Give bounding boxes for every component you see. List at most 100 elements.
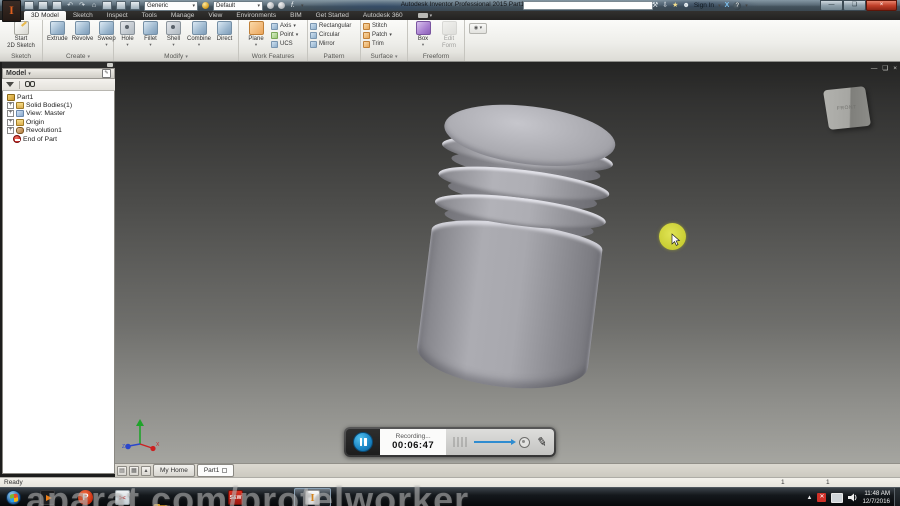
tab-scroll-up-icon[interactable]: ▴ bbox=[141, 465, 151, 476]
browser-header[interactable]: Model ▾ ✎ bbox=[2, 68, 115, 79]
render-icon[interactable] bbox=[102, 1, 112, 10]
panel-options-icon[interactable] bbox=[107, 63, 113, 67]
exchange-apps-icon[interactable]: X bbox=[725, 1, 730, 10]
patch-button[interactable]: Patch ▾ bbox=[363, 31, 392, 39]
fillet-button[interactable]: Fillet ▾ bbox=[139, 21, 162, 47]
expand-plus-icon[interactable]: + bbox=[7, 110, 14, 118]
browser-help-icon[interactable]: ✎ bbox=[102, 69, 111, 78]
tile-windows-icon[interactable]: ▦ bbox=[129, 465, 139, 476]
ribbon-overflow-button[interactable]: ◉ ▾ bbox=[469, 23, 487, 34]
filter-funnel-icon[interactable] bbox=[6, 82, 14, 87]
ucs-button[interactable]: UCS bbox=[271, 40, 298, 48]
search-binoculars-icon[interactable] bbox=[25, 81, 35, 88]
tab-sketch[interactable]: Sketch bbox=[66, 11, 100, 20]
parameters-fx-icon[interactable]: f. bbox=[289, 2, 297, 10]
tab-environments[interactable]: Environments bbox=[229, 11, 283, 20]
adjust-appearance-icon[interactable] bbox=[267, 2, 274, 9]
hole-button[interactable]: Hole ▾ bbox=[116, 21, 139, 47]
tree-item-view-master[interactable]: + View: Master bbox=[3, 110, 114, 118]
action-center-icon[interactable]: ✕ bbox=[817, 493, 827, 502]
trim-button[interactable]: Trim bbox=[363, 40, 392, 48]
panel-label-modify[interactable]: Modify ▾ bbox=[114, 52, 238, 61]
view-cube[interactable]: FRONT bbox=[822, 86, 872, 130]
tab-manage[interactable]: Manage bbox=[164, 11, 202, 20]
sign-in-button[interactable]: Sign In bbox=[694, 2, 714, 9]
tab-tools[interactable]: Tools bbox=[135, 11, 164, 20]
help-icon[interactable]: ? bbox=[733, 1, 742, 10]
arrange-windows-icon[interactable]: ▤ bbox=[117, 465, 127, 476]
show-desktop-button[interactable] bbox=[894, 488, 900, 506]
extrude-button[interactable]: Extrude bbox=[45, 21, 70, 43]
redo-icon[interactable]: ↷ bbox=[78, 2, 86, 10]
search-input[interactable] bbox=[523, 1, 653, 10]
clear-appearance-icon[interactable] bbox=[278, 2, 285, 9]
chevron-down-icon[interactable]: ▾ bbox=[430, 13, 433, 19]
taskbar-aparat-icon[interactable]: P bbox=[78, 490, 93, 505]
new-file-icon[interactable] bbox=[24, 1, 34, 10]
freeform-box-button[interactable]: Box ▾ bbox=[410, 21, 436, 47]
tray-expand-icon[interactable]: ▲ bbox=[807, 495, 813, 501]
start-button[interactable] bbox=[6, 490, 21, 505]
network-icon[interactable] bbox=[831, 492, 844, 503]
minimize-button[interactable]: — bbox=[820, 0, 843, 11]
shell-button[interactable]: Shell ▾ bbox=[162, 21, 185, 47]
webcam-icon[interactable] bbox=[518, 436, 530, 448]
undo-icon[interactable]: ↶ bbox=[66, 2, 74, 10]
close-button[interactable]: × bbox=[866, 0, 897, 11]
update-icon[interactable] bbox=[130, 1, 140, 10]
material-ball-icon[interactable] bbox=[202, 2, 209, 9]
tab-bim[interactable]: BIM bbox=[283, 11, 309, 20]
doc-close-icon[interactable]: × bbox=[893, 65, 897, 72]
tree-item-end-of-part[interactable]: End of Part bbox=[3, 135, 114, 144]
tab-close-icon[interactable] bbox=[222, 468, 228, 473]
help-chevron-icon[interactable]: ▾ bbox=[745, 3, 748, 9]
axis-button[interactable]: Axis ▾ bbox=[271, 22, 298, 30]
search-tools-icon[interactable]: ⚒ bbox=[652, 1, 658, 10]
screencast-camera-icon[interactable] bbox=[417, 13, 428, 18]
tree-item-solid-bodies[interactable]: + Solid Bodies(1) bbox=[3, 101, 114, 110]
measure-icon[interactable] bbox=[116, 1, 126, 10]
panel-label-surface[interactable]: Surface ▾ bbox=[361, 52, 407, 61]
start-2d-sketch-button[interactable]: Start 2D Sketch bbox=[2, 21, 40, 49]
pause-button[interactable] bbox=[353, 432, 374, 452]
tab-get-started[interactable]: Get Started bbox=[309, 11, 356, 20]
tree-item-revolution[interactable]: + Revolution1 bbox=[3, 127, 114, 135]
chevron-down-icon[interactable]: ▾ bbox=[718, 3, 721, 9]
taskbar-snipping-tool-icon[interactable]: ✂ bbox=[115, 490, 130, 505]
tab-3d-model[interactable]: 3D Model bbox=[24, 11, 66, 20]
circular-pattern-button[interactable]: Circular bbox=[310, 31, 351, 39]
save-icon[interactable] bbox=[52, 1, 62, 10]
open-icon[interactable] bbox=[38, 1, 48, 10]
tree-item-origin[interactable]: + Origin bbox=[3, 118, 114, 126]
model-viewport[interactable]: — ❏ × FRONT Z X Recording... 00:06:47 ✎ bbox=[115, 62, 900, 463]
combine-button[interactable]: Combine ▾ bbox=[185, 21, 213, 47]
taskbar-sw-app-icon[interactable]: S&W bbox=[228, 490, 243, 505]
tab-view[interactable]: View bbox=[201, 11, 229, 20]
rectangular-pattern-button[interactable]: Rectangular bbox=[310, 22, 351, 30]
stitch-button[interactable]: Stitch bbox=[363, 22, 392, 30]
favorites-star-icon[interactable]: ★ bbox=[672, 1, 678, 10]
signin-person-icon[interactable]: ☻ bbox=[682, 1, 689, 10]
appearance-dropdown[interactable]: Default ▾ bbox=[213, 0, 263, 11]
exchange-arrow-icon[interactable]: ⇩ bbox=[662, 1, 668, 10]
tree-item-part[interactable]: Part1 bbox=[3, 93, 114, 101]
annotate-pencil-icon[interactable]: ✎ bbox=[536, 434, 548, 450]
taskbar-inventor-icon[interactable]: I bbox=[305, 490, 320, 505]
qat-customize-chevron-icon[interactable]: ▾ bbox=[301, 3, 304, 9]
volume-slider[interactable] bbox=[473, 438, 516, 445]
doc-minimize-icon[interactable]: — bbox=[871, 65, 878, 72]
mirror-button[interactable]: Mirror bbox=[310, 40, 351, 48]
tab-my-home[interactable]: My Home bbox=[153, 464, 195, 477]
restore-button[interactable]: ❏ bbox=[843, 0, 866, 11]
tab-inspect[interactable]: Inspect bbox=[100, 11, 135, 20]
panel-label-create[interactable]: Create ▾ bbox=[43, 52, 113, 61]
point-button[interactable]: Point ▾ bbox=[271, 31, 298, 39]
expand-plus-icon[interactable]: + bbox=[7, 118, 14, 126]
expand-plus-icon[interactable]: + bbox=[7, 102, 14, 110]
expand-plus-icon[interactable]: + bbox=[7, 127, 14, 135]
tab-part1[interactable]: Part1 bbox=[196, 464, 235, 477]
taskbar-media-player-icon[interactable] bbox=[40, 490, 55, 505]
volume-icon[interactable] bbox=[848, 493, 857, 502]
taskbar-clock[interactable]: 11:48 AM 12/7/2016 bbox=[862, 490, 890, 505]
revolve-button[interactable]: Revolve bbox=[70, 21, 96, 43]
